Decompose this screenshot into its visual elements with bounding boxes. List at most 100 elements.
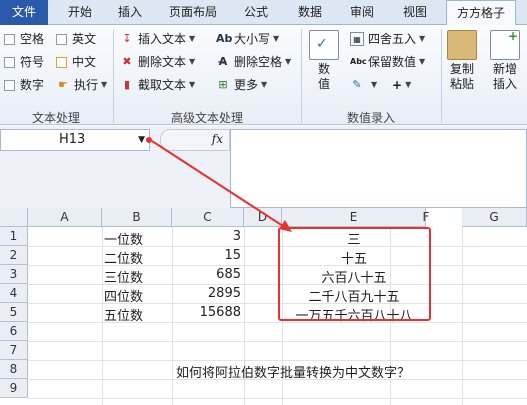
row-header-4[interactable]: 4 — [0, 284, 28, 303]
case-icon: Ab — [216, 32, 233, 45]
clipboard-icon — [447, 30, 477, 60]
name-box-value: H13 — [59, 132, 86, 147]
checkbox-icon — [56, 56, 67, 68]
gridline — [28, 341, 527, 342]
edit-button[interactable]: ✎ ▼ — [350, 76, 377, 94]
checkbox-chinese-label: 中文 — [72, 55, 97, 69]
extract-text-label: 截取文本 — [138, 78, 187, 92]
keep-value-icon: Abc — [350, 57, 367, 66]
keep-value-label: 保留数值 — [368, 55, 417, 69]
extract-text-icon: ▮ — [123, 78, 131, 91]
select-all-corner[interactable] — [0, 208, 28, 227]
column-header-g[interactable]: G — [462, 208, 527, 227]
checkbox-icon — [4, 33, 15, 45]
more-button[interactable]: ⊞ 更多 ▼ — [216, 76, 267, 94]
execute-label: 执行 — [74, 78, 99, 92]
row-header-1[interactable]: 1 — [0, 227, 28, 246]
execute-button[interactable]: ☛ 执行 ▼ — [56, 76, 107, 94]
checkbox-icon — [56, 33, 67, 45]
formula-input[interactable] — [230, 129, 527, 208]
tab-view[interactable]: 视图 — [395, 0, 435, 25]
column-header-d[interactable]: D — [244, 208, 282, 227]
row-header-2[interactable]: 2 — [0, 246, 28, 265]
plus-button[interactable]: + ▼ — [392, 76, 411, 94]
group-label-numeric: 数值录入 — [346, 111, 395, 125]
tab-file[interactable]: 文件 — [0, 0, 48, 25]
tab-page-layout[interactable]: 页面布局 — [163, 0, 223, 25]
checkbox-number[interactable]: 数字 — [4, 76, 44, 94]
round-icon: ▦ — [350, 32, 364, 46]
cell-question[interactable]: 如何将阿拉伯数字批量转换为中文数字？ — [176, 362, 410, 381]
checkbox-english-label: 英文 — [72, 32, 97, 46]
checkbox-space[interactable]: 空格 — [4, 30, 44, 48]
cell-c3[interactable]: 685 — [172, 267, 241, 282]
row-header-7[interactable]: 7 — [0, 341, 28, 360]
checkbox-chinese[interactable]: 中文 — [56, 53, 96, 71]
checkbox-icon — [4, 79, 15, 91]
new-insert-button[interactable]: + 新增 插入 — [485, 29, 525, 92]
column-header-a[interactable]: A — [28, 208, 102, 227]
tab-data[interactable]: 数据 — [290, 0, 330, 25]
column-header-c[interactable]: C — [172, 208, 244, 227]
pencil-icon: ✎ — [352, 78, 362, 91]
cell-c1[interactable]: 3 — [172, 229, 241, 244]
chevron-down-icon: ▼ — [189, 34, 196, 43]
fx-icon[interactable]: fx — [212, 132, 223, 146]
name-box[interactable]: H13 ▼ — [0, 129, 150, 151]
cell-b5[interactable]: 五位数 — [104, 305, 143, 324]
tab-home[interactable]: 开始 — [60, 0, 100, 25]
row-header-8[interactable]: 8 — [0, 360, 28, 379]
delete-text-button[interactable]: ✖ 删除文本 ▼ — [120, 53, 195, 71]
cell-b2[interactable]: 二位数 — [104, 248, 143, 267]
cell-b4[interactable]: 四位数 — [104, 286, 143, 305]
insert-label: 插入 — [492, 77, 517, 91]
chevron-down-icon[interactable]: ▼ — [138, 130, 145, 150]
copy-label: 复制 — [449, 62, 474, 76]
keep-value-button[interactable]: Abc 保留数值 ▼ — [350, 53, 425, 71]
delete-text-icon: ✖ — [122, 55, 132, 68]
checkbox-symbol[interactable]: 符号 — [4, 53, 44, 71]
chevron-down-icon: ▼ — [285, 57, 292, 66]
column-header-b[interactable]: B — [102, 208, 172, 227]
chevron-down-icon: ▼ — [371, 80, 378, 89]
cell-c2[interactable]: 15 — [172, 248, 241, 263]
checkbox-number-label: 数字 — [20, 78, 45, 92]
delete-text-label: 删除文本 — [138, 55, 187, 69]
value-label-1: 数 — [317, 62, 330, 76]
group-label-advanced: 高级文本处理 — [170, 111, 243, 125]
insert-text-icon: ↧ — [122, 32, 132, 45]
insert-text-button[interactable]: ↧ 插入文本 ▼ — [120, 30, 195, 48]
chevron-down-icon: ▼ — [101, 80, 108, 89]
copy-paste-button[interactable]: 复制 粘贴 — [443, 30, 481, 92]
case-label: 大小写 — [234, 32, 271, 46]
value-button[interactable]: ✓ 数 值 — [306, 30, 342, 92]
tab-insert[interactable]: 插入 — [110, 0, 150, 25]
cell-c5[interactable]: 15688 — [172, 305, 241, 320]
column-header-f[interactable]: F — [390, 208, 462, 227]
row-header-5[interactable]: 5 — [0, 303, 28, 322]
cell-c4[interactable]: 2895 — [172, 286, 241, 301]
cell-b1[interactable]: 一位数 — [104, 229, 143, 248]
chevron-down-icon: ▼ — [419, 34, 426, 43]
tab-fangfang[interactable]: 方方格子 — [446, 0, 516, 26]
chevron-down-icon: ▼ — [261, 80, 268, 89]
round-button[interactable]: ▦ 四舍五入 ▼ — [350, 30, 425, 48]
group-label-text: 文本处理 — [31, 111, 80, 125]
checkbox-english[interactable]: 英文 — [56, 30, 96, 48]
row-header-3[interactable]: 3 — [0, 265, 28, 284]
extract-text-button[interactable]: ▮ 截取文本 ▼ — [120, 76, 195, 94]
delete-space-button[interactable]: A̶ 删除空格 ▼ — [216, 53, 291, 71]
tab-review[interactable]: 审阅 — [342, 0, 382, 25]
row-header-6[interactable]: 6 — [0, 322, 28, 341]
divider — [441, 29, 442, 123]
tab-formulas[interactable]: 公式 — [236, 0, 276, 25]
more-label: 更多 — [234, 78, 259, 92]
checkbox-space-label: 空格 — [20, 32, 45, 46]
case-button[interactable]: Ab 大小写 ▼ — [216, 30, 279, 48]
row-header-9[interactable]: 9 — [0, 379, 28, 398]
paste-label: 粘贴 — [449, 77, 474, 91]
ribbon-tab-bar: 文件 开始 插入 页面布局 公式 数据 审阅 视图 方方格子 — [0, 0, 527, 26]
value-label-2: 值 — [317, 77, 330, 91]
cell-b3[interactable]: 三位数 — [104, 267, 143, 286]
new-label: 新增 — [492, 62, 517, 76]
